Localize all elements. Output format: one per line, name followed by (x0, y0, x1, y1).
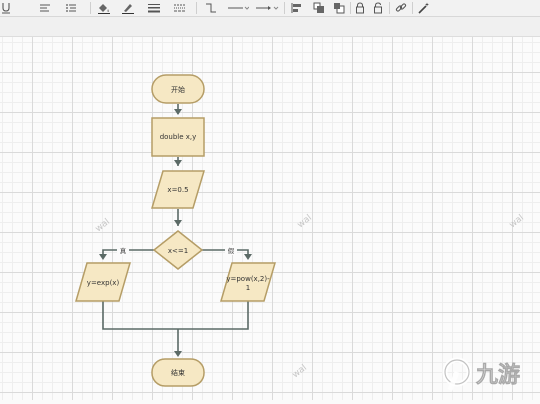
toolbar-separator (196, 2, 197, 14)
watermark-text: wal (508, 213, 526, 230)
toolbar (0, 0, 540, 17)
brand-logo-mark: 九游 (442, 357, 520, 391)
node-assign-label: x=0.5 (167, 186, 188, 194)
drawing-canvas[interactable]: wal wal wal wal 真 假 开始 double x,y x=0.5 … (0, 37, 540, 400)
list-indent-icon[interactable] (64, 2, 78, 14)
fill-color-icon[interactable] (96, 2, 112, 14)
node-false-branch-label-line2: 1 (246, 284, 250, 292)
node-condition-label: x<=1 (168, 247, 188, 255)
watermark-text: wal (94, 217, 112, 234)
font-underline-icon[interactable] (0, 2, 12, 14)
toolbar-separator (412, 2, 413, 14)
arrowhead (99, 254, 107, 260)
align-left-icon[interactable] (38, 2, 52, 14)
lock-icon[interactable] (354, 2, 366, 14)
waypoint-icon[interactable] (204, 2, 218, 14)
edge-label-false: 假 (228, 246, 235, 255)
flowchart-nodes (75, 74, 276, 387)
node-true-branch-label: y=exp(x) (87, 279, 120, 287)
unlock-icon[interactable] (372, 2, 384, 14)
watermark-text: wal (296, 213, 314, 230)
arrowhead (174, 351, 182, 357)
arrowhead (174, 109, 182, 115)
toolbar-separator (350, 2, 351, 14)
brand-logo-text: 九游 (475, 362, 520, 388)
line-color-icon[interactable] (120, 2, 136, 14)
node-declare-label: double x,y (160, 133, 197, 141)
edge-label-true: 真 (120, 246, 127, 255)
toolbar-separator (284, 2, 285, 14)
format-bar (0, 17, 540, 37)
arrow-style-icon[interactable] (254, 2, 280, 14)
flowchart-diagram: wal wal wal wal 真 假 开始 double x,y x=0.5 … (75, 74, 526, 387)
node-start-label: 开始 (171, 85, 185, 94)
node-false-branch-label-line1: y=pow(x,2)- (226, 275, 270, 283)
arrowhead (174, 220, 182, 226)
align-objects-icon[interactable] (290, 2, 304, 14)
watermark-text: wal (291, 363, 309, 380)
connection-style-icon[interactable] (226, 2, 250, 14)
bring-front-icon[interactable] (312, 2, 326, 14)
brand-logo: 九游 (440, 350, 540, 404)
edge-merge[interactable] (102, 301, 249, 330)
toolbar-separator (90, 2, 91, 14)
line-weight-icon[interactable] (146, 2, 162, 14)
toolbar-separator (389, 2, 390, 14)
send-back-icon[interactable] (332, 2, 346, 14)
link-icon[interactable] (394, 2, 408, 14)
arrowhead (174, 160, 182, 166)
node-end-label: 结束 (171, 368, 185, 377)
dash-style-icon[interactable] (172, 2, 188, 14)
arrowhead (244, 254, 252, 260)
magic-wand-icon[interactable] (417, 2, 431, 14)
